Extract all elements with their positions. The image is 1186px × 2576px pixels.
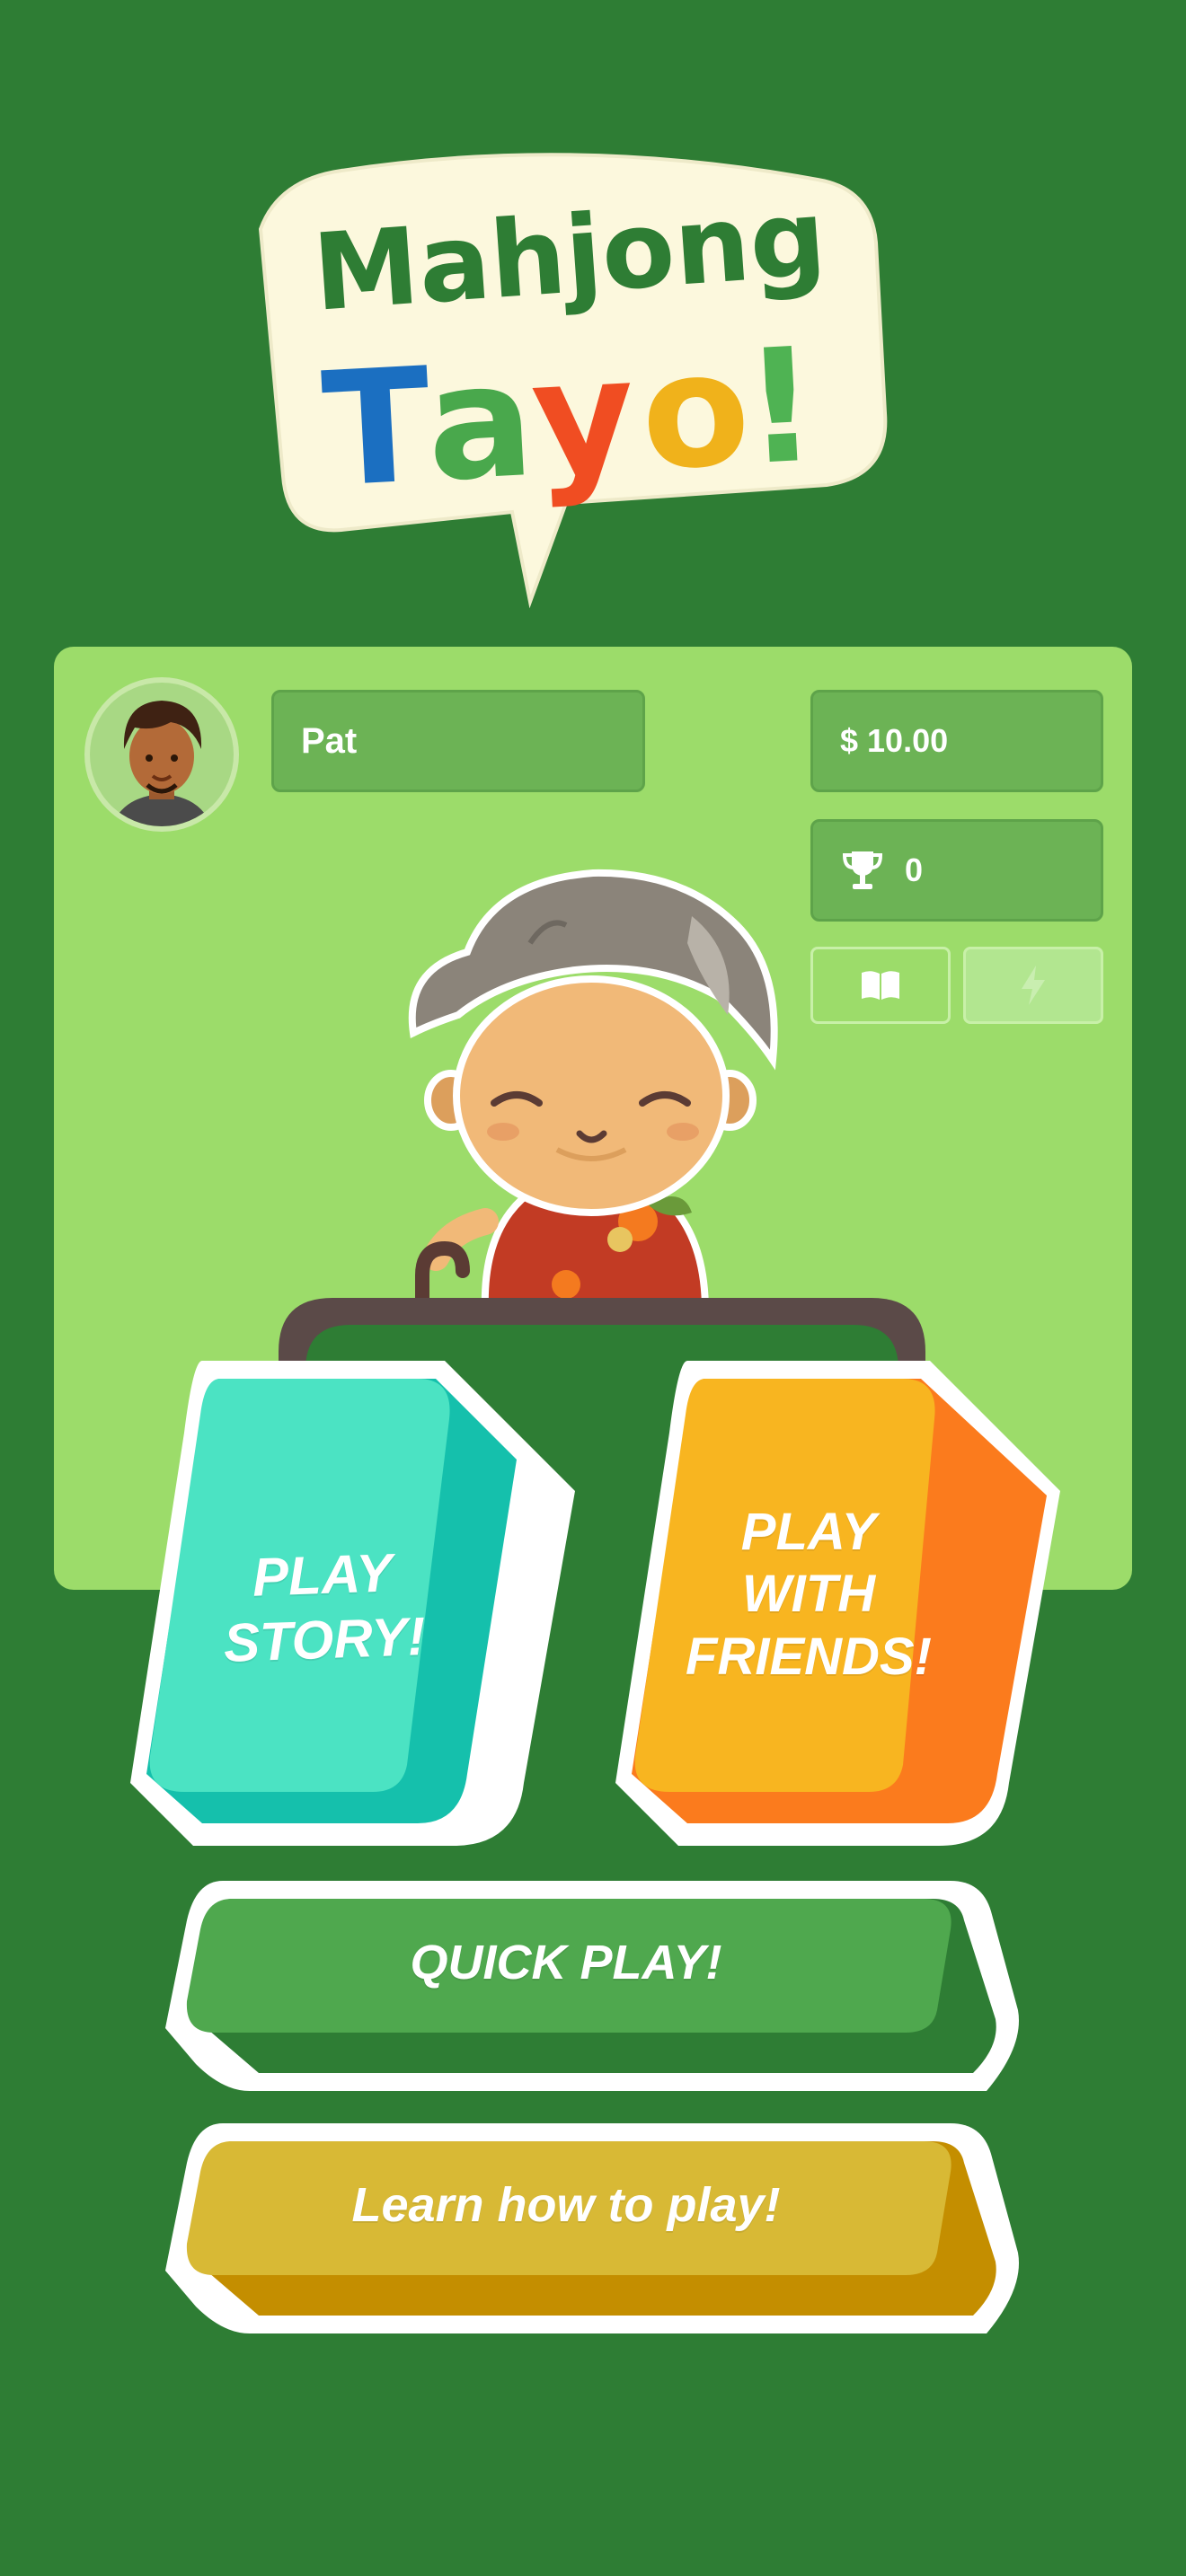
logo-letter: o — [637, 318, 755, 506]
logo-letter: y — [527, 324, 640, 512]
player-avatar[interactable] — [83, 675, 241, 834]
money-balance: $ 10.00 — [810, 690, 1103, 792]
grandma-character — [408, 869, 778, 1311]
money-value: $ 10.00 — [840, 722, 949, 759]
player-name: Pat — [301, 720, 358, 761]
rules-book-button[interactable] — [810, 947, 951, 1024]
book-icon — [862, 971, 899, 1000]
trophy-icon — [842, 851, 883, 889]
boost-button[interactable] — [963, 947, 1103, 1024]
logo-letter: T — [319, 335, 436, 523]
play-story-label: PLAY STORY! — [222, 1542, 427, 1673]
play-with-friends-label: PLAY WITH FRIENDS! — [686, 1502, 932, 1686]
logo-letter: a — [422, 330, 538, 517]
quick-play-label: QUICK PLAY! — [410, 1935, 722, 1989]
mahjong-tayo-logo: Mahjong Tayo! — [258, 153, 888, 609]
learn-how-to-play-label: Learn how to play! — [351, 2177, 781, 2232]
lightning-icon — [1022, 966, 1045, 1005]
trophy-value: 0 — [905, 851, 924, 888]
trophy-count: 0 — [810, 819, 1103, 922]
logo-tayo-text: Tayo! — [319, 314, 821, 522]
logo-letter: ! — [740, 314, 821, 500]
player-name-field[interactable]: Pat — [271, 690, 645, 792]
